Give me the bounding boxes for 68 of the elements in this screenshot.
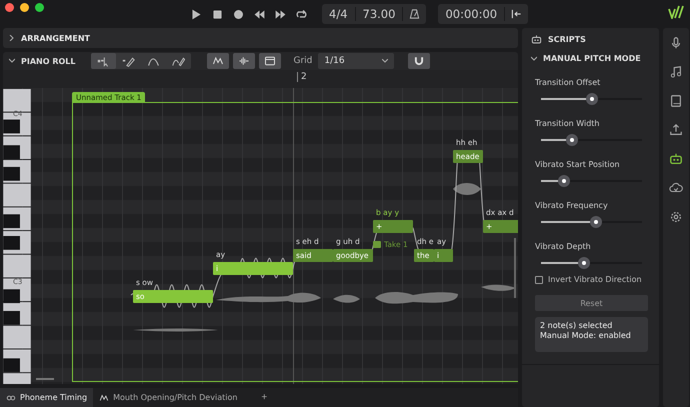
pen-tool-icon (122, 54, 136, 68)
slider-label: Vibrato Depth (535, 242, 591, 251)
scrollbar[interactable] (514, 238, 516, 298)
curve-pen-icon (172, 54, 186, 68)
panel-title: ARRANGEMENT (21, 34, 90, 42)
toggle-button[interactable] (233, 53, 256, 69)
play-icon (190, 8, 203, 20)
metronome-icon (409, 8, 420, 20)
bottom-tab[interactable]: Phoneme Timing (0, 388, 94, 407)
microphone-icon (669, 36, 683, 50)
section-header[interactable]: MANUAL PITCH MODE (522, 50, 659, 67)
record-icon (232, 8, 245, 20)
music-note-icon (669, 65, 683, 79)
chevron-icon[interactable] (9, 58, 15, 64)
caret-icon (382, 59, 388, 63)
piano-keys-drawing[interactable] (3, 88, 31, 384)
fast-forward-icon (274, 8, 287, 20)
snap-button[interactable] (408, 53, 430, 69)
stop-icon (211, 8, 224, 20)
panel-title: SCRIPTS (548, 34, 586, 44)
bar-number: 2 (297, 72, 307, 82)
return-icon (511, 8, 522, 20)
status-text: 2 note(s) selected (540, 321, 614, 331)
slider-label: Vibrato Start Position (535, 160, 620, 169)
tool-button[interactable] (91, 53, 116, 69)
book-icon (669, 94, 683, 108)
checkbox[interactable] (535, 276, 543, 284)
sidebar-button[interactable] (669, 36, 683, 50)
magnet-icon (414, 56, 424, 66)
clip-icon (373, 241, 381, 248)
sidebar-button[interactable] (669, 94, 683, 108)
cloud-icon (669, 181, 683, 195)
settings-icon (669, 210, 683, 224)
loop-icon (295, 8, 308, 20)
waveform-icon (238, 55, 250, 67)
bottom-tab[interactable]: Mouth Opening/Pitch Deviation (93, 388, 244, 407)
slider-label: Transition Offset (535, 78, 600, 87)
slider-label: Transition Width (535, 119, 600, 128)
grid-label: Grid (293, 56, 312, 66)
pitch-curve-icon (99, 392, 110, 402)
grid-select[interactable]: 1/16 (318, 53, 394, 69)
toggle-button[interactable] (207, 53, 230, 69)
time-signature[interactable]: 4/4 (322, 7, 356, 21)
pitch-curve-icon (212, 55, 224, 67)
time-value: 00:00:00 (438, 7, 506, 21)
slider-label: Vibrato Frequency (535, 201, 608, 210)
rewind-icon (253, 8, 266, 20)
scrollbar[interactable] (36, 378, 54, 380)
status-text: Manual Mode: enabled (540, 331, 632, 341)
panel-title: PIANO ROLL (21, 56, 76, 66)
add-tab-button[interactable]: + (255, 391, 274, 404)
linked-circles-icon (6, 392, 16, 402)
sidebar-button[interactable] (669, 210, 683, 224)
upload-icon (669, 123, 683, 137)
sidebar-button[interactable] (669, 65, 683, 79)
tempo-value[interactable]: 73.00 (356, 7, 404, 21)
sidebar-button[interactable] (669, 152, 683, 166)
clip-icon (264, 55, 276, 67)
logo-icon (668, 5, 684, 19)
robot-icon (669, 152, 683, 166)
reset-button[interactable]: Reset (535, 295, 648, 311)
arrangement-header[interactable]: ARRANGEMENT (3, 28, 518, 48)
sidebar-button[interactable] (669, 181, 683, 195)
select-tool-icon (97, 54, 110, 68)
toggle-button[interactable] (259, 53, 282, 69)
sidebar-button[interactable] (669, 123, 683, 137)
checkbox-label: Invert Vibrato Direction (548, 275, 642, 284)
robot-icon (531, 34, 542, 44)
